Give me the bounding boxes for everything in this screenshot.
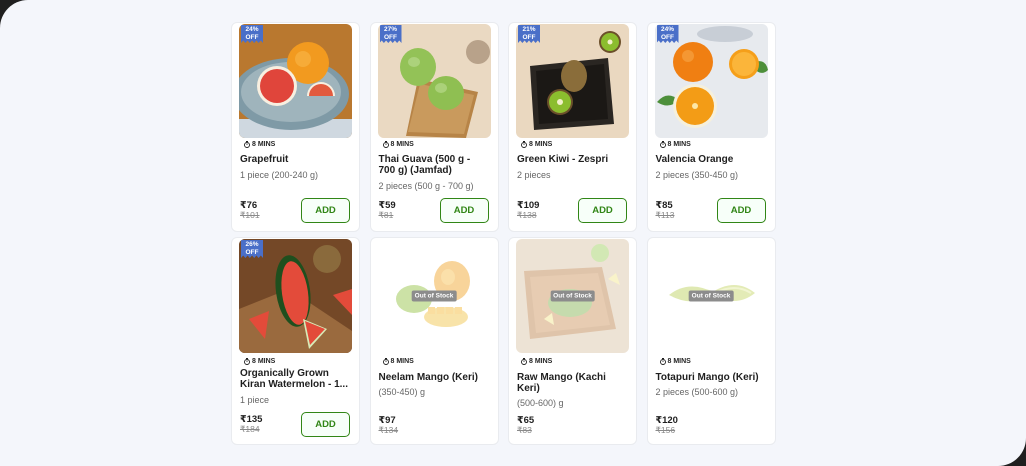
product-image-valencia-orange[interactable]: 24% OFF bbox=[654, 24, 768, 138]
page: 24% OFF 8 MINS Grapefruit 1 piece (200-24… bbox=[0, 0, 1026, 466]
add-button[interactable]: ADD bbox=[716, 198, 766, 223]
kiwi-image bbox=[516, 24, 629, 138]
product-card-thai-guava[interactable]: 27% OFF 8 MINS Thai Guava (500 g - 700 g)… bbox=[369, 22, 499, 232]
product-card-grapefruit[interactable]: 24% OFF 8 MINS Grapefruit 1 piece (200-24… bbox=[231, 22, 360, 232]
add-button[interactable]: ADD bbox=[578, 198, 627, 223]
delivery-eta: 8 MINS bbox=[382, 358, 414, 365]
product-quantity: (350-450) g bbox=[378, 387, 426, 397]
product-quantity: 2 pieces (350-450 g) bbox=[655, 170, 739, 180]
product-card-neelam-mango[interactable]: Out of Stock 8 MINS Neelam Mango (Keri) … bbox=[369, 237, 499, 445]
orange-image bbox=[654, 24, 768, 138]
product-name: Valencia Orange bbox=[655, 154, 734, 165]
product-card-valencia-orange[interactable]: 24% OFF 8 MINS Valencia Orange 2 pieces (… bbox=[646, 22, 776, 232]
product-mrp: ₹156 bbox=[655, 425, 676, 435]
watermelon-image bbox=[239, 239, 352, 353]
product-image-green-kiwi[interactable]: 21% OFF bbox=[516, 24, 629, 138]
guava-image bbox=[377, 24, 491, 138]
product-quantity: 2 pieces bbox=[517, 170, 551, 180]
stopwatch-icon bbox=[382, 141, 389, 148]
delivery-eta: 8 MINS bbox=[244, 141, 275, 148]
product-grid: 24% OFF 8 MINS Grapefruit 1 piece (200-24… bbox=[231, 22, 776, 445]
out-of-stock-label: Out of Stock bbox=[688, 290, 734, 302]
add-button[interactable]: ADD bbox=[301, 412, 350, 437]
product-name: Organically Grown Kiran Watermelon - 1..… bbox=[240, 368, 348, 390]
product-card-green-kiwi[interactable]: 21% OFF 8 MINS Green Kiwi - Zespri 2 piec… bbox=[508, 22, 637, 232]
add-button[interactable]: ADD bbox=[301, 198, 350, 223]
delivery-eta: 8 MINS bbox=[244, 358, 275, 365]
discount-badge: 21% OFF bbox=[518, 25, 540, 43]
product-quantity: 1 piece bbox=[240, 395, 270, 405]
stopwatch-icon bbox=[521, 141, 527, 148]
product-image-thai-guava[interactable]: 27% OFF bbox=[377, 24, 491, 138]
product-quantity: (500-600) g bbox=[517, 398, 564, 408]
product-image-watermelon[interactable]: 26% OFF bbox=[239, 239, 352, 353]
delivery-eta: 8 MINS bbox=[659, 358, 691, 365]
discount-badge: 26% OFF bbox=[241, 240, 263, 258]
product-quantity: 2 pieces (500 g - 700 g) bbox=[378, 181, 474, 191]
grapefruit-image bbox=[239, 24, 352, 138]
product-name: Thai Guava (500 g - 700 g) (Jamfad) bbox=[378, 154, 471, 176]
add-button[interactable]: ADD bbox=[439, 198, 489, 223]
product-mrp: ₹113 bbox=[655, 210, 675, 220]
product-mrp: ₹83 bbox=[517, 425, 532, 435]
product-image-raw-mango[interactable]: Out of Stock bbox=[516, 239, 629, 353]
out-of-stock-label: Out of Stock bbox=[411, 290, 457, 302]
product-quantity: 1 piece (200-240 g) bbox=[240, 170, 319, 180]
product-mrp: ₹134 bbox=[378, 425, 399, 435]
delivery-eta: 8 MINS bbox=[659, 141, 691, 148]
delivery-eta: 8 MINS bbox=[382, 141, 414, 148]
product-image-neelam-mango[interactable]: Out of Stock bbox=[377, 239, 491, 353]
product-mrp: ₹184 bbox=[240, 424, 260, 434]
product-name: Neelam Mango (Keri) bbox=[378, 372, 478, 383]
delivery-eta: 8 MINS bbox=[521, 358, 552, 365]
stopwatch-icon bbox=[659, 141, 666, 148]
product-image-grapefruit[interactable]: 24% OFF bbox=[239, 24, 352, 138]
product-mrp: ₹81 bbox=[378, 210, 394, 220]
product-card-totapuri-mango[interactable]: Out of Stock 8 MINS Totapuri Mango (Keri… bbox=[646, 237, 776, 445]
product-name: Raw Mango (Kachi Keri) bbox=[517, 372, 606, 394]
product-name: Green Kiwi - Zespri bbox=[517, 154, 609, 165]
product-quantity: 2 pieces (500-600 g) bbox=[655, 387, 739, 397]
discount-badge: 24% OFF bbox=[656, 25, 679, 43]
product-image-totapuri-mango[interactable]: Out of Stock bbox=[654, 239, 768, 353]
stopwatch-icon bbox=[659, 358, 666, 365]
product-card-raw-mango[interactable]: Out of Stock 8 MINS Raw Mango (Kachi Ker… bbox=[508, 237, 637, 445]
product-mrp: ₹138 bbox=[517, 210, 537, 220]
product-name: Grapefruit bbox=[240, 154, 289, 165]
delivery-eta: 8 MINS bbox=[521, 141, 552, 148]
out-of-stock-label: Out of Stock bbox=[550, 290, 595, 302]
stopwatch-icon bbox=[244, 358, 250, 365]
discount-badge: 27% OFF bbox=[379, 25, 402, 43]
stopwatch-icon bbox=[244, 141, 250, 148]
product-name: Totapuri Mango (Keri) bbox=[655, 372, 759, 383]
product-mrp: ₹101 bbox=[240, 210, 260, 220]
stopwatch-icon bbox=[382, 358, 389, 365]
discount-badge: 24% OFF bbox=[241, 25, 263, 43]
product-card-watermelon[interactable]: 26% OFF 8 MINS Organically Grown Kiran Wa… bbox=[231, 237, 360, 445]
stopwatch-icon bbox=[521, 358, 527, 365]
